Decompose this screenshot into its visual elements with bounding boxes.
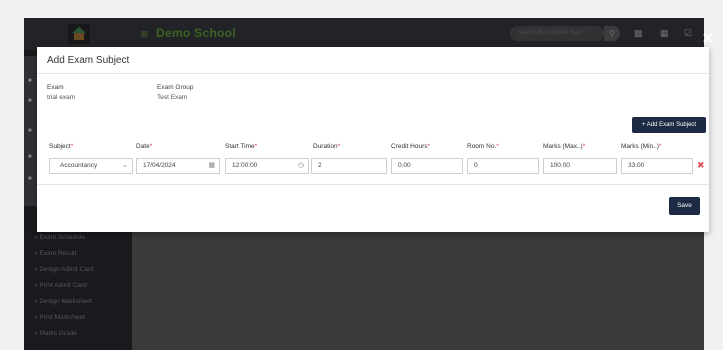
modal-title: Add Exam Subject <box>47 55 130 66</box>
dashboard-icon[interactable]: ■ <box>28 78 32 84</box>
income-icon[interactable]: ■ <box>28 154 32 160</box>
add-exam-subject-modal: Add Exam Subject Exam trial exam Exam Gr… <box>37 47 709 232</box>
exam-group-label: Exam Group <box>157 84 194 91</box>
date-input-value: 17/04/2024 <box>143 162 176 169</box>
column-header-duration: Duration* <box>313 143 341 150</box>
marks-max-input[interactable]: 100.00 <box>543 158 617 174</box>
column-header-credit-hours: Credit Hours* <box>391 143 431 150</box>
start-time-input[interactable]: 12:00:00 ◷ <box>225 158 309 174</box>
calendar-icon: ▦ <box>208 162 215 169</box>
fees-icon[interactable]: ■ <box>28 128 32 134</box>
column-header-start-time: Start Time* <box>225 143 258 150</box>
subject-select[interactable]: Accountancy ⌄ <box>49 158 133 174</box>
credit-hours-input[interactable]: 0.00 <box>391 158 463 174</box>
exam-label: Exam <box>47 84 64 91</box>
room-no-input-value: 0 <box>474 162 478 169</box>
modal-divider <box>37 73 709 74</box>
date-input[interactable]: 17/04/2024 ▦ <box>136 158 220 174</box>
clock-icon: ◷ <box>297 162 304 169</box>
close-icon[interactable]: ✕ <box>702 30 714 47</box>
chevron-down-icon: ⌄ <box>122 162 128 169</box>
column-header-date: Date* <box>136 143 153 150</box>
add-exam-subject-button[interactable]: + Add Exam Subject <box>632 117 706 133</box>
marks-min-input[interactable]: 33.00 <box>621 158 693 174</box>
users-icon[interactable]: ■ <box>28 98 32 104</box>
start-time-input-value: 12:00:00 <box>232 162 258 169</box>
subject-select-value: Accountancy <box>60 162 98 169</box>
delete-row-icon[interactable]: ✖ <box>697 160 705 171</box>
column-header-room-no: Room No.* <box>467 143 499 150</box>
exam-group-value: Test Exam <box>157 94 188 101</box>
sidebar-collapsed-strip: ■ ■ ■ ■ ■ <box>24 56 37 206</box>
duration-input[interactable]: 2 <box>311 158 387 174</box>
room-no-input[interactable]: 0 <box>467 158 539 174</box>
expense-icon[interactable]: ■ <box>28 176 32 182</box>
column-header-marks-min: Marks (Min..)* <box>621 143 662 150</box>
exam-value: trial exam <box>47 94 76 101</box>
duration-input-value: 2 <box>318 162 322 169</box>
marks-max-input-value: 100.00 <box>550 162 570 169</box>
modal-footer-divider <box>37 184 709 185</box>
credit-hours-input-value: 0.00 <box>398 162 411 169</box>
column-header-marks-max: Marks (Max..)* <box>543 143 586 150</box>
save-button[interactable]: Save <box>669 197 700 215</box>
marks-min-input-value: 33.00 <box>628 162 645 169</box>
column-header-subject: Subject* <box>49 143 74 150</box>
